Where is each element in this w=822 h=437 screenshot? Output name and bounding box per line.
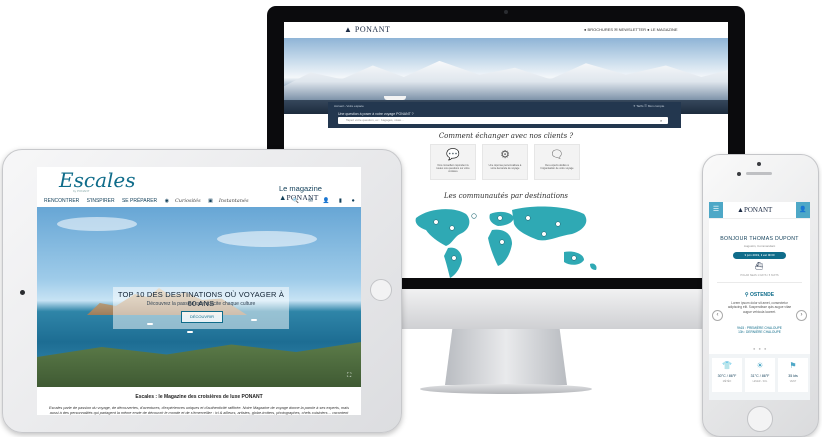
hero-subtitle: Découvrez la passion que suscite chaque … [146,301,256,307]
port-title: ⚲ OSTENDE [739,292,780,298]
gears-icon: ⚙ [500,149,510,161]
weather-tile: ☀ 31°C / 86°F LEVER - SOL [745,358,775,392]
tablet-hero-image: TOP 10 DES DESTINATIONS OÙ VOYAGER À 60 … [37,207,361,387]
user-icon[interactable]: 👤 [796,202,810,218]
tablet-utility-icons[interactable]: 🔍 ✉ 👤 ▮ ● [292,198,359,204]
desktop-search-panel: Accueil › Votre espace Une question à po… [328,102,681,128]
tablet-main-nav: RENCONTRER S'INSPIRER SE PRÉPARER ◉ Curio… [44,198,255,204]
nav-item-preparer[interactable]: SE PRÉPARER [122,198,157,204]
shirt-icon: 👕 [722,361,732,370]
desktop-logo[interactable]: ▲ PONANT [344,25,390,34]
tile-label: MÉTÉO [722,380,732,383]
contact-card-2[interactable]: ⚙ Une réponse personnalisée à votre dema… [482,144,528,180]
flag-icon: ⚑ [789,361,797,370]
nav-item-rencontrer[interactable]: RENCONTRER [44,198,79,204]
phone-speaker [746,172,772,175]
cloud [217,231,317,247]
contact-card-1[interactable]: 💬 Nos conseillers répondent à toutes vos… [430,144,476,180]
fullscreen-icon[interactable]: ⛶ [347,373,351,380]
ship-icon: ⛴ [754,263,764,270]
boat [187,331,193,333]
tile-value: 35 kts [788,374,798,378]
phone-screen: ☰ ▲PONANT 👤 BONJOUR THOMAS DUPONT August… [709,202,810,400]
magazine-intro-text: Escales parle de passion du voyage, de d… [49,406,349,415]
imac-stand [445,329,567,385]
last-tender: 13h : DERNIÈRE CHALOUPE [738,330,781,335]
carousel-dots[interactable]: ● ● ● [753,346,767,351]
next-arrow-icon[interactable]: › [796,310,807,321]
ship-image [384,96,406,100]
contact-card-3[interactable]: 🗨 Des experts dédiés à l'organisation de… [534,144,580,180]
desktop-header: ▲ PONANT ● BROCHURES ✉ NEWSLETTER ● LE M… [284,22,728,39]
port-description: Lorem ipsum dolor sit amet, consectetur … [727,301,792,314]
hero-banner: TOP 10 DES DESTINATIONS OÙ VOYAGER À 60 … [113,287,289,329]
tile-value: 31°C / 86°F [750,374,770,378]
cloud [57,217,137,231]
weather-tile: 👕 30°C / 86°F MÉTÉO [712,358,742,392]
section-heading-contact: Comment échanger avec nos clients ? [438,132,574,140]
divider [717,282,802,283]
magazine-caption-title: Escales : le Magazine des croisières de … [135,394,263,400]
tablet-home-button[interactable] [370,279,392,301]
discover-button[interactable]: DÉCOUVRIR [181,311,223,323]
phone-brand: PONANT [743,206,773,214]
breadcrumb: Accueil › Votre espace [334,104,364,108]
chat-bubble-icon: 💬 [446,149,460,161]
escales-logo[interactable]: Escales [59,168,135,192]
contact-card-text: Nos conseillers répondent à toutes vos q… [436,164,470,173]
desktop-top-nav[interactable]: ● BROCHURES ✉ NEWSLETTER ● LE MAGAZINE [584,27,678,32]
date-pill: 3 juin 2019, il est 9h30 [733,252,786,259]
desktop-brand: PONANT [354,25,391,34]
tile-label: VENT [789,380,797,383]
port-name: OSTENDE [749,292,775,298]
search-input[interactable]: Tapez votre question, ex : bagages, visa… [338,117,668,124]
phone-home-button[interactable] [747,406,773,432]
tablet-camera [20,290,25,295]
prev-arrow-icon[interactable]: ‹ [712,310,723,321]
search-links[interactable]: ✈ Tarifs ☰ Mon compte [633,104,664,108]
world-map[interactable] [408,204,604,278]
tile-value: 30°C / 86°F [717,374,737,378]
eye-icon: ◉ [164,198,169,204]
shoreline-trees [37,342,361,387]
weather-tiles: 👕 30°C / 86°F MÉTÉO ☀ 31°C / 86°F LEVER … [709,354,810,400]
phone-header: ☰ ▲PONANT 👤 [709,202,810,219]
people-chat-icon: 🗨 [550,149,564,161]
search-placeholder: Tapez votre question, ex : bagages, visa… [346,118,404,122]
magazine-label: Le magazine [279,184,322,193]
tile-label: LEVER - SOL [752,380,768,383]
greeting-subtitle: Augustin, Commandant [743,244,776,248]
escales-logo-sub: by PONANT [73,189,90,193]
imac-camera [504,10,508,14]
search-icon[interactable]: ⌕ [660,118,662,123]
tender-times: 9h15 : PREMIÈRE CHALOUPE 13h : DERNIÈRE … [727,326,792,335]
menu-icon[interactable]: ☰ [709,202,723,218]
greeting: BONJOUR THOMAS DUPONT [720,236,799,242]
phone-camera [757,162,761,166]
imac-stand-foot [420,384,592,394]
weather-tile: ⚑ 35 kts VENT [778,358,808,392]
nav-item-inspirer[interactable]: S'INSPIRER [87,198,115,204]
search-question: Une question à poser à votre voyage PONA… [338,112,414,116]
cruise-subtitle: POLAR SEAS 1 DAYS / 5 NUITS [740,274,779,277]
phone-front-camera [737,172,741,176]
sun-icon: ☀ [756,361,764,370]
phone-logo[interactable]: ▲PONANT [737,206,772,214]
nav-item-curiosites[interactable]: Curiosités [175,198,201,204]
camera-icon: ▣ [208,198,213,204]
nav-item-instantanes[interactable]: Instantanés [219,198,249,204]
tablet-screen: Escales by PONANT Le magazine ▲PONANT RE… [37,167,361,415]
contact-card-text: Des experts dédiés à l'organisation de v… [540,164,574,170]
contact-card-text: Une réponse personnalisée à votre demand… [488,164,522,170]
